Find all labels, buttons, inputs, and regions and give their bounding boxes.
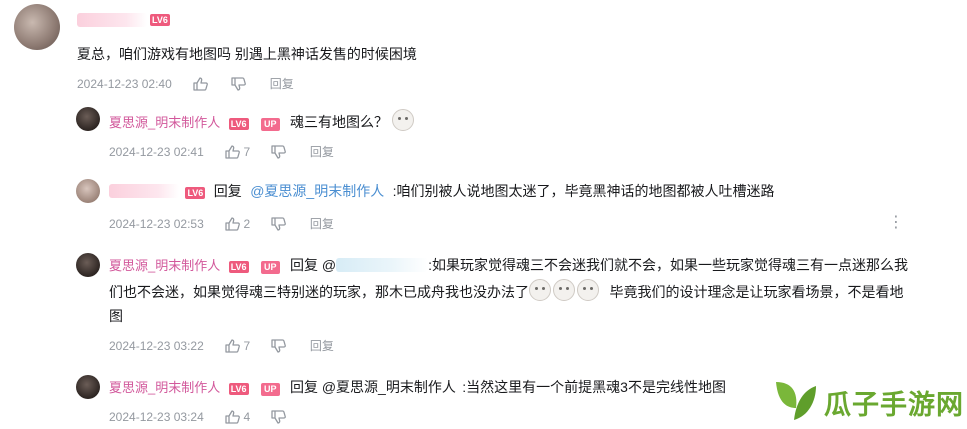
reply-text-line3: 图 [109,308,123,324]
reply-text: 魂三有地图么？ [289,114,388,130]
leaf-logo-icon [776,382,816,420]
avatar[interactable] [76,179,100,203]
reply-meta-row: 2024-12-23 03:24 4 [109,410,287,427]
avatar[interactable] [76,375,100,399]
comment-text: 夏总，咱们游戏有地图吗 别遇上黑神话发售的时候困境 [77,46,417,62]
level-badge: LV6 [228,261,249,273]
reply-text-line1: :如果玩家觉得魂三不会迷我们就不会，如果一些玩家觉得魂三有一点迷那么我 [428,257,908,273]
reply-prefix: 回复 @夏思源_明末制作人 [289,379,456,395]
reply-meta-row: 2024-12-23 03:22 7 回复 [109,337,334,356]
reply-header: LV6 回复 @夏思源_明末制作人 :咱们别被人说地图太迷了，毕竟黑神话的地图都… [109,179,775,204]
reply-header: 夏思源_明末制作人 LV6 UP 魂三有地图么？ [109,109,415,135]
comment-meta-row: 2024-12-23 02:40 回复 [77,75,294,94]
mention-link[interactable]: @夏思源_明末制作人 [250,183,384,199]
reply-button[interactable]: 回复 [310,339,334,353]
watermark-logo: 瓜子手游网 [770,374,965,426]
reply-text: :咱们别被人说地图太迷了，毕竟黑神话的地图都被人吐槽迷路 [392,183,775,199]
reply-prefix: 回复 @ [289,257,337,273]
like-icon[interactable] [225,339,240,356]
reply-text-line2: 们也不会迷，如果觉得魂三特别迷的玩家，那木已成舟我也没办法了 毕竟我们的设计理念… [109,279,903,305]
dislike-icon[interactable] [271,145,287,162]
watermark-text: 瓜子手游网 [824,390,964,420]
reply-meta-row: 2024-12-23 02:53 2 回复 [109,215,334,234]
username-blurred[interactable] [109,184,179,198]
up-badge: UP [260,261,280,274]
username[interactable]: 夏思源_明末制作人 [109,115,220,130]
dislike-icon[interactable] [271,410,287,427]
mention-blurred[interactable] [336,258,429,272]
reply-button[interactable]: 回复 [310,145,334,159]
up-badge: UP [260,118,280,131]
avatar[interactable] [14,4,60,50]
reply-time: 2024-12-23 02:41 [109,145,204,159]
more-options-icon[interactable]: ⋮ [888,215,904,231]
level-badge: LV6 [150,14,170,26]
dislike-icon[interactable] [231,77,247,94]
username[interactable]: 夏思源_明末制作人 [109,258,220,273]
like-count: 7 [243,339,251,353]
level-badge: LV6 [228,118,249,130]
emoji-icon [392,109,415,131]
level-badge: LV6 [185,187,206,199]
emoji-icon [577,279,599,301]
dislike-icon[interactable] [271,217,287,234]
reply-text-part: 们也不会迷，如果觉得魂三特别迷的玩家，那木已成舟我也没办法了 [109,284,529,300]
reply-time: 2024-12-23 02:53 [109,217,204,231]
reply-header: 夏思源_明末制作人 LV6 UP 回复 @ :如果玩家觉得魂三不会迷我们就不会，如… [109,253,908,278]
reply-button[interactable]: 回复 [310,217,334,231]
like-icon[interactable] [225,410,240,427]
level-badge: LV6 [228,383,249,395]
comment-time: 2024-12-23 02:40 [77,77,172,91]
reply-button[interactable]: 回复 [270,77,294,91]
like-count: 2 [243,217,251,231]
avatar[interactable] [76,253,100,277]
dislike-icon[interactable] [271,339,287,356]
avatar[interactable] [76,107,100,131]
like-icon[interactable] [225,217,240,234]
reply-text-part: 毕竟我们的设计理念是让玩家看场景，不是看地 [609,284,904,300]
reply-time: 2024-12-23 03:22 [109,339,204,353]
reply-text: :当然这里有一个前提黑魂3不是完线性地图 [462,379,726,395]
reply-meta-row: 2024-12-23 02:41 7 回复 [109,143,334,162]
like-icon[interactable] [225,145,240,162]
emoji-icon [553,279,575,301]
like-icon[interactable] [193,77,208,94]
emoji-icon [529,279,551,301]
like-count: 4 [243,410,251,424]
reply-prefix: 回复 [213,183,242,199]
reply-header: 夏思源_明末制作人 LV6 UP 回复 @夏思源_明末制作人 :当然这里有一个前… [109,375,726,400]
up-badge: UP [260,383,280,396]
like-count: 7 [243,145,251,159]
username-blurred[interactable] [77,13,147,27]
username[interactable]: 夏思源_明末制作人 [109,380,220,395]
reply-time: 2024-12-23 03:24 [109,410,204,424]
